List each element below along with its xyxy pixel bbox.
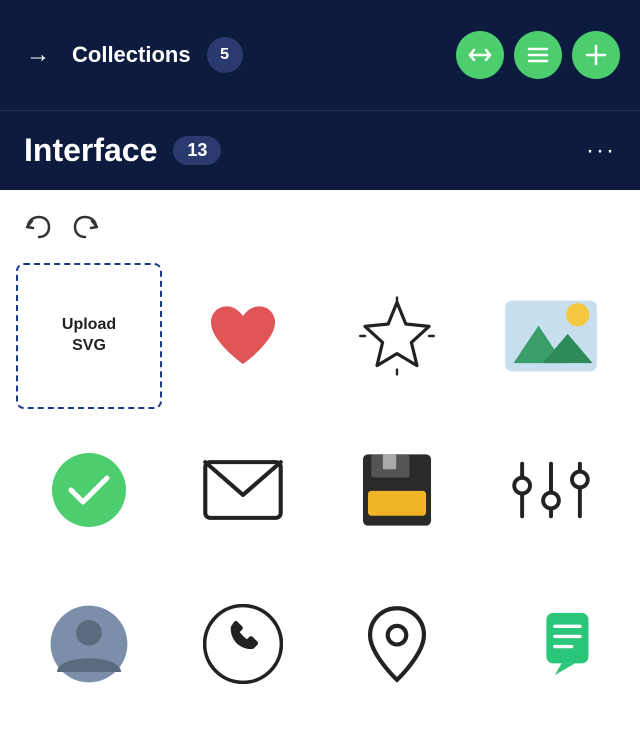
- checkmark-icon-cell[interactable]: [16, 417, 162, 563]
- redo-button[interactable]: [72, 214, 100, 247]
- upload-line2: SVG: [72, 336, 106, 357]
- chat-icon-cell[interactable]: [478, 571, 624, 717]
- user-icon-cell[interactable]: [16, 571, 162, 717]
- redo-icon: [72, 214, 100, 240]
- heart-icon: [203, 300, 283, 372]
- add-icon: [585, 44, 607, 66]
- content-area: Upload SVG: [0, 190, 640, 733]
- interface-count-badge: 13: [173, 136, 221, 165]
- resize-button[interactable]: [456, 31, 504, 79]
- sliders-icon: [511, 455, 591, 525]
- list-icon: [526, 45, 550, 65]
- collections-title: Collections: [72, 42, 191, 68]
- undo-button[interactable]: [24, 214, 52, 247]
- phone-icon-cell[interactable]: [170, 571, 316, 717]
- location-icon-cell[interactable]: [324, 571, 470, 717]
- heart-icon-cell[interactable]: [170, 263, 316, 409]
- upload-line1: Upload: [62, 315, 116, 336]
- header-actions: [456, 31, 620, 79]
- icon-grid: Upload SVG: [16, 263, 624, 717]
- add-button[interactable]: [572, 31, 620, 79]
- star-icon-cell[interactable]: [324, 263, 470, 409]
- image-icon: [501, 296, 601, 376]
- chat-icon: [511, 608, 591, 680]
- list-button[interactable]: [514, 31, 562, 79]
- phone-icon: [203, 604, 283, 684]
- toolbar: [16, 206, 624, 263]
- back-button[interactable]: →: [20, 41, 56, 69]
- floppy-disk-icon: [359, 451, 435, 529]
- image-icon-cell[interactable]: [478, 263, 624, 409]
- mail-icon: [202, 457, 284, 523]
- mail-icon-cell[interactable]: [170, 417, 316, 563]
- upload-svg-button[interactable]: Upload SVG: [16, 263, 162, 409]
- resize-icon: [468, 46, 492, 64]
- undo-icon: [24, 214, 52, 240]
- floppy-icon-cell[interactable]: [324, 417, 470, 563]
- collections-count-badge: 5: [207, 37, 243, 73]
- header: → Collections 5: [0, 0, 640, 110]
- sliders-icon-cell[interactable]: [478, 417, 624, 563]
- star-icon: [357, 296, 437, 376]
- sub-header: Interface 13 ···: [0, 110, 640, 190]
- interface-title: Interface: [24, 132, 157, 169]
- more-options-button[interactable]: ···: [586, 137, 616, 165]
- location-pin-icon: [361, 604, 433, 684]
- checkmark-icon: [52, 453, 126, 527]
- user-icon: [49, 604, 129, 684]
